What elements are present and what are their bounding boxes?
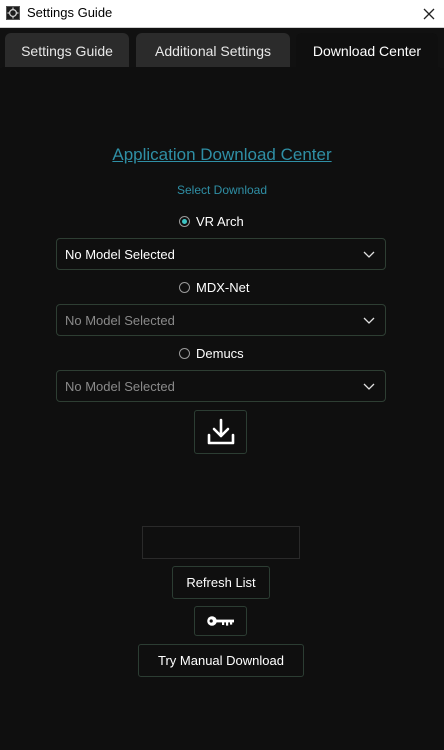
radio-label: Demucs [196,345,244,361]
tab-download-center[interactable]: Download Center [296,33,438,68]
select-download-label: Select Download [176,183,268,197]
demucs-model-dropdown[interactable]: No Model Selected [56,370,386,402]
chevron-down-icon [363,383,375,390]
download-icon [207,418,234,445]
tab-additional-settings[interactable]: Additional Settings [136,33,290,68]
vr-arch-model-dropdown[interactable]: No Model Selected [56,238,386,270]
close-icon [423,8,435,19]
radio-indicator [179,281,190,293]
tab-strip: Settings Guide Additional Settings Downl… [0,28,444,68]
chevron-down-icon [363,317,375,324]
radio-label: VR Arch [196,213,244,229]
dropdown-value: No Model Selected [65,246,175,262]
title-bar: Settings Guide [0,0,444,28]
dropdown-value: No Model Selected [65,312,175,328]
chevron-down-icon [363,251,375,258]
key-button[interactable] [194,606,247,636]
tab-settings-guide[interactable]: Settings Guide [5,33,129,68]
radio-mdx-net[interactable]: MDX-Net [179,278,249,296]
key-icon [206,616,234,626]
download-link-input[interactable] [142,526,300,559]
close-button[interactable] [414,0,444,27]
app-logo-icon [6,6,20,20]
mdx-net-model-dropdown[interactable]: No Model Selected [56,304,386,336]
radio-vr-arch[interactable]: VR Arch [179,212,244,230]
download-button[interactable] [194,410,247,454]
radio-indicator [179,347,190,359]
window-title: Settings Guide [27,5,113,20]
radio-demucs[interactable]: Demucs [179,344,244,362]
radio-label: MDX-Net [196,279,250,295]
download-center-header-link[interactable]: Application Download Center [0,145,444,165]
try-manual-download-button[interactable]: Try Manual Download [138,644,304,677]
radio-indicator [179,215,190,227]
dropdown-value: No Model Selected [65,378,175,394]
refresh-list-button[interactable]: Refresh List [172,566,270,599]
